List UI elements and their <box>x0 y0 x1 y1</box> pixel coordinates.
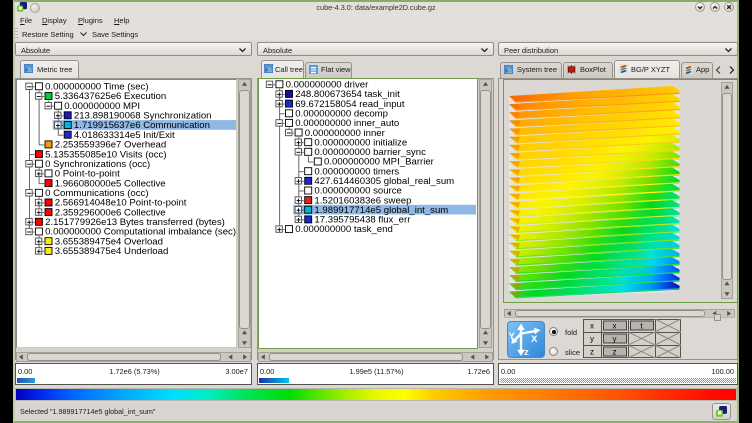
svg-text:3.655389475e4 Underload: 3.655389475e4 Underload <box>55 246 169 257</box>
svg-text:x: x <box>590 322 594 331</box>
svg-text:z: z <box>590 348 594 357</box>
svg-text:y: y <box>590 335 594 344</box>
svg-text:X: X <box>531 334 538 345</box>
svg-text:z: z <box>524 347 529 358</box>
svg-text:0.000000000 task_end: 0.000000000 task_end <box>295 224 393 235</box>
svg-text:x: x <box>613 322 617 331</box>
svg-text:Y: Y <box>509 331 516 342</box>
svg-text:z: z <box>613 348 617 357</box>
svg-text:y: y <box>613 335 617 344</box>
